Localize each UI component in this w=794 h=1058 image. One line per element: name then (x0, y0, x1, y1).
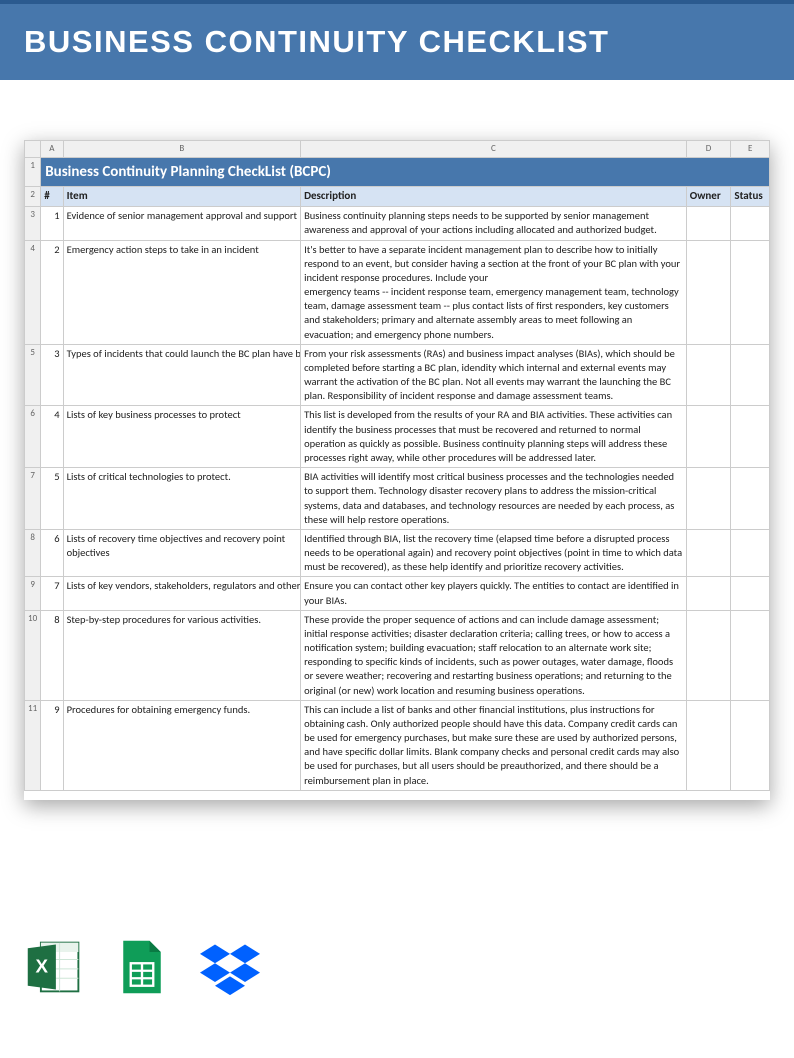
cell-item: Lists of recovery time objectives and re… (63, 529, 301, 577)
cell-item: Lists of key vendors, stakeholders, regu… (63, 577, 301, 610)
excel-icon[interactable]: X (24, 937, 84, 1002)
cell-num: 9 (41, 700, 63, 790)
cell-owner (686, 344, 731, 406)
cell-status (731, 344, 770, 406)
cell-status (731, 700, 770, 790)
col-letter: B (63, 141, 301, 158)
row-number: 7 (25, 468, 41, 530)
cell-num: 7 (41, 577, 63, 610)
row-number: 4 (25, 240, 41, 344)
table-row: 6 4 Lists of key business processes to p… (25, 406, 770, 468)
title-row: 1 Business Continuity Planning CheckList… (25, 158, 770, 187)
corner-cell (25, 141, 41, 158)
col-letter: E (731, 141, 770, 158)
row-number: 9 (25, 577, 41, 610)
cell-desc: From your risk assessments (RAs) and bus… (301, 344, 687, 406)
cell-status (731, 207, 770, 240)
table-row: 7 5 Lists of critical technologies to pr… (25, 468, 770, 530)
header-row: 2 # Item Description Owner Status (25, 187, 770, 207)
cell-desc: BIA activities will identify most critic… (301, 468, 687, 530)
col-letter: D (686, 141, 731, 158)
header-status: Status (731, 187, 770, 207)
cell-status (731, 610, 770, 700)
table-row: 9 7 Lists of key vendors, stakeholders, … (25, 577, 770, 610)
table-row: 4 2 Emergency action steps to take in an… (25, 240, 770, 344)
cell-desc: These provide the proper sequence of act… (301, 610, 687, 700)
cell-owner (686, 207, 731, 240)
header-num: # (41, 187, 63, 207)
cell-desc: Business continuity planning steps needs… (301, 207, 687, 240)
cell-owner (686, 468, 731, 530)
col-letter: A (41, 141, 63, 158)
spreadsheet-table: A B C D E 1 Business Continuity Planning… (24, 140, 770, 791)
row-number: 10 (25, 610, 41, 700)
row-number: 11 (25, 700, 41, 790)
cell-owner (686, 406, 731, 468)
cell-owner (686, 529, 731, 577)
row-number: 5 (25, 344, 41, 406)
cell-status (731, 406, 770, 468)
row-number: 1 (25, 158, 41, 187)
cell-item: Lists of critical technologies to protec… (63, 468, 301, 530)
sheet-title: Business Continuity Planning CheckList (… (41, 158, 770, 187)
cell-owner (686, 577, 731, 610)
cell-status (731, 468, 770, 530)
column-letters-row: A B C D E (25, 141, 770, 158)
cell-owner (686, 610, 731, 700)
header-item: Item (63, 187, 301, 207)
cell-num: 3 (41, 344, 63, 406)
cell-item: Procedures for obtaining emergency funds… (63, 700, 301, 790)
col-letter: C (301, 141, 687, 158)
cell-desc: This can include a list of banks and oth… (301, 700, 687, 790)
table-row: 8 6 Lists of recovery time objectives an… (25, 529, 770, 577)
header-owner: Owner (686, 187, 731, 207)
cell-num: 5 (41, 468, 63, 530)
cell-item: Lists of key business processes to prote… (63, 406, 301, 468)
cell-num: 6 (41, 529, 63, 577)
row-number: 3 (25, 207, 41, 240)
table-row: 10 8 Step-by-step procedures for various… (25, 610, 770, 700)
row-number: 6 (25, 406, 41, 468)
cell-desc: Identified through BIA, list the recover… (301, 529, 687, 577)
cell-num: 8 (41, 610, 63, 700)
cell-status (731, 240, 770, 344)
row-number: 8 (25, 529, 41, 577)
cell-status (731, 577, 770, 610)
cell-num: 4 (41, 406, 63, 468)
row-number: 2 (25, 187, 41, 207)
table-row: 11 9 Procedures for obtaining emergency … (25, 700, 770, 790)
cell-status (731, 529, 770, 577)
dropbox-icon[interactable] (200, 937, 260, 1002)
cell-item: Types of incidents that could launch the… (63, 344, 301, 406)
cell-num: 1 (41, 207, 63, 240)
cell-item: Evidence of senior management approval a… (63, 207, 301, 240)
cell-item: Emergency action steps to take in an inc… (63, 240, 301, 344)
file-format-icons: X (24, 937, 260, 1002)
cell-item: Step-by-step procedures for various acti… (63, 610, 301, 700)
page-title: BUSINESS CONTINUITY CHECKLIST (24, 24, 770, 60)
table-row: 3 1 Evidence of senior management approv… (25, 207, 770, 240)
cell-num: 2 (41, 240, 63, 344)
cell-desc: Ensure you can contact other key players… (301, 577, 687, 610)
header-desc: Description (301, 187, 687, 207)
cell-desc: This list is developed from the results … (301, 406, 687, 468)
svg-text:X: X (36, 956, 49, 977)
cell-owner (686, 240, 731, 344)
table-row: 5 3 Types of incidents that could launch… (25, 344, 770, 406)
cell-owner (686, 700, 731, 790)
spreadsheet-preview: A B C D E 1 Business Continuity Planning… (24, 140, 770, 800)
google-sheets-icon[interactable] (112, 937, 172, 1002)
cell-desc: It's better to have a separate incident … (301, 240, 687, 344)
page-banner: BUSINESS CONTINUITY CHECKLIST (0, 0, 794, 80)
